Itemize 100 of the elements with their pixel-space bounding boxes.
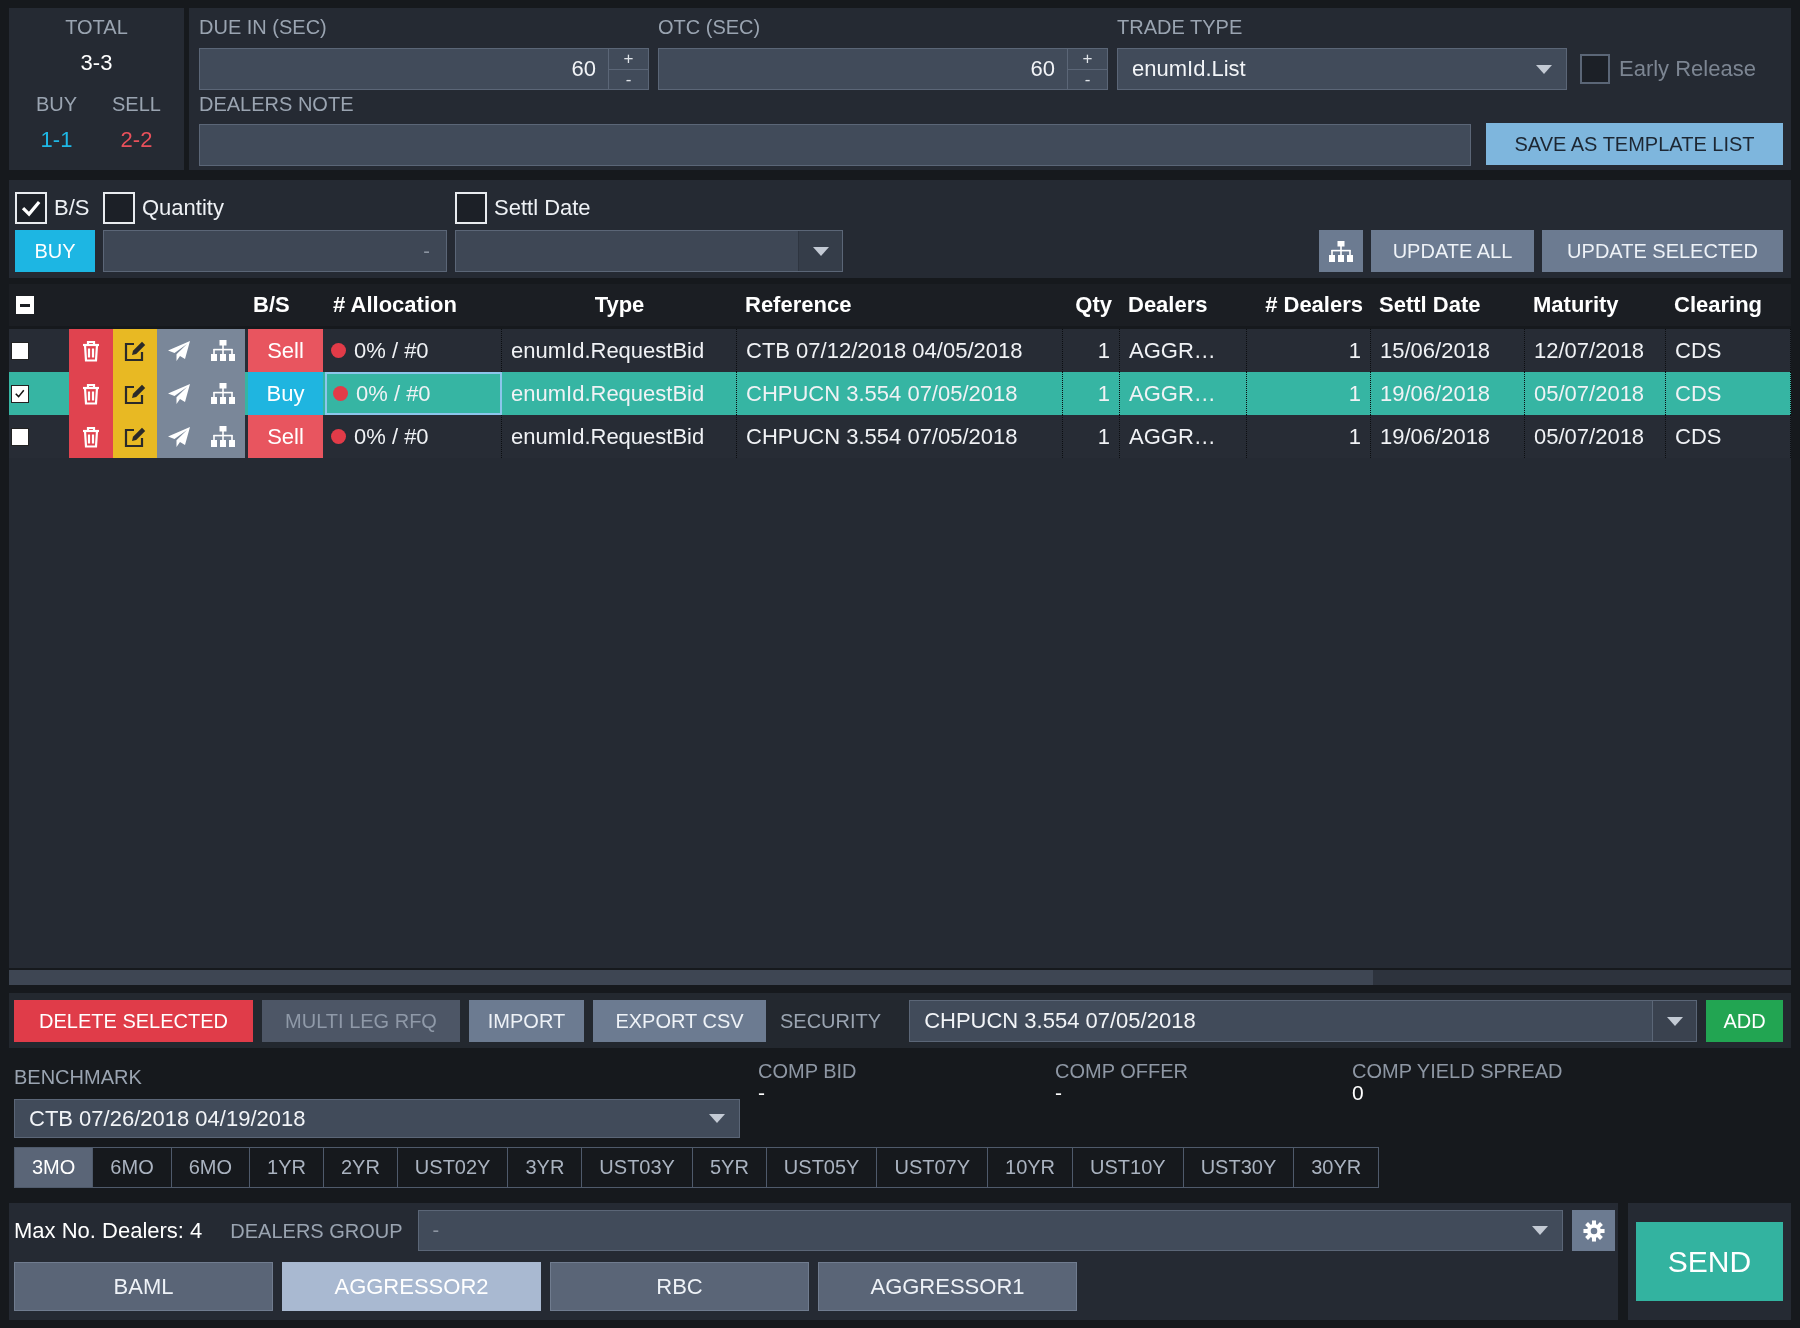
checkbox-label: Quantity (142, 195, 224, 221)
dealers-note-field[interactable] (199, 124, 1471, 166)
trash-icon (82, 382, 100, 405)
toolbar-button[interactable]: DELETE SELECTED (14, 1000, 253, 1042)
column-header[interactable]: Reference (737, 292, 1063, 318)
security-dropdown[interactable]: CHPUCN 3.554 07/05/2018 (909, 1000, 1697, 1042)
update-selected-button[interactable]: UPDATE SELECTED (1542, 230, 1783, 272)
gear-icon (1582, 1219, 1605, 1242)
comp-value: 0 (1352, 1083, 1364, 1103)
tenor-button[interactable]: 6MO (92, 1147, 172, 1188)
decrement-button[interactable]: - (609, 68, 648, 89)
sitemap-icon (211, 340, 235, 361)
number-input[interactable]: 60 + - (199, 48, 649, 90)
increment-button[interactable]: + (609, 49, 648, 69)
column-header[interactable]: Settl Date (1371, 292, 1525, 318)
edit-icon (123, 382, 147, 405)
side-toggle-button[interactable]: Sell (248, 415, 323, 458)
caret-down-icon (1532, 1226, 1548, 1235)
column-header[interactable]: # Dealers (1247, 292, 1371, 318)
buy-label: BUY (35, 92, 78, 116)
edit-icon (123, 425, 147, 448)
column-header[interactable]: Maturity (1525, 292, 1666, 318)
checkbox-label: Settl Date (494, 195, 591, 221)
settings-button[interactable] (1572, 1210, 1615, 1251)
tenor-button[interactable]: UST02Y (396, 1147, 509, 1188)
tenor-button[interactable]: UST30Y (1182, 1147, 1295, 1188)
total-count: 3-3 (80, 50, 113, 76)
tenor-button[interactable]: UST05Y (765, 1147, 878, 1188)
delete-button[interactable] (69, 329, 113, 372)
tenor-button[interactable]: 30YR (1293, 1147, 1380, 1188)
table-row[interactable]: Sell 0% / #0 enumId.RequestBid CTB 07/12/2018 04/05/2018 1 AGGR… 1 15/06/2018 12/07/2018 CDS (9, 329, 1791, 372)
delete-button[interactable] (69, 415, 113, 458)
side-toggle-button[interactable]: Sell (248, 329, 323, 372)
comp-label: COMP OFFER (1055, 1059, 1188, 1083)
toolbar-button[interactable]: IMPORT (469, 1000, 584, 1042)
column-header[interactable]: B/S (245, 292, 325, 318)
dealer-button[interactable]: AGGRESSOR1 (818, 1262, 1077, 1311)
row-checkbox[interactable] (11, 341, 29, 360)
tenor-button[interactable]: 6MO (170, 1147, 251, 1188)
max-dealers-text: Max No. Dealers: 4 (14, 1217, 203, 1244)
tenor-button[interactable]: UST10Y (1072, 1147, 1184, 1188)
tenor-button[interactable]: 1YR (249, 1147, 324, 1188)
edit-button[interactable] (113, 329, 157, 372)
comp-label: COMP YIELD SPREAD (1352, 1059, 1563, 1083)
total-label: TOTAL (65, 15, 128, 39)
increment-button[interactable]: + (1068, 49, 1107, 69)
table-cell: 1 (1247, 415, 1371, 458)
table-cell: enumId.RequestBid (502, 415, 737, 458)
checkbox-label: B/S (54, 195, 90, 221)
edit-button[interactable] (113, 415, 157, 458)
tenor-button[interactable]: 3YR (507, 1147, 583, 1188)
allocation-text: 0% / #0 (354, 423, 429, 450)
dealers-group-label: DEALERS GROUP (230, 1218, 403, 1243)
column-header[interactable]: # Allocation (325, 292, 502, 318)
hierarchy-button[interactable] (1319, 230, 1363, 272)
decrement-button[interactable]: - (1068, 68, 1107, 89)
edit-icon (123, 339, 147, 362)
trash-icon (82, 339, 100, 362)
tenor-button[interactable]: 3MO (14, 1147, 94, 1188)
sell-count: 2-2 (120, 127, 153, 153)
table-cell: CDS (1666, 415, 1791, 458)
trash-icon (82, 425, 100, 448)
dealer-button[interactable]: BAML (14, 1262, 273, 1311)
tenor-button[interactable]: UST07Y (876, 1147, 989, 1188)
select-all-checkbox[interactable] (16, 296, 34, 314)
tenor-button[interactable]: 5YR (691, 1147, 767, 1188)
checkmark-icon (14, 387, 26, 400)
checkbox-label: Early Release (1619, 56, 1756, 82)
sitemap-icon (211, 383, 235, 404)
row-checkbox[interactable] (11, 384, 29, 403)
buy-count: 1-1 (40, 127, 73, 153)
column-header[interactable]: Type (502, 292, 737, 318)
column-header[interactable]: Clearing (1666, 292, 1791, 318)
field-label: DEALERS NOTE (199, 92, 355, 116)
table-cell: CHPUCN 3.554 07/05/2018 (737, 415, 1063, 458)
paper-plane-icon (167, 339, 191, 362)
tenor-button[interactable]: UST03Y (581, 1147, 693, 1188)
dealer-button[interactable]: RBC (550, 1262, 809, 1311)
column-header[interactable]: Qty (1063, 292, 1120, 318)
table-row[interactable]: Sell 0% / #0 enumId.RequestBid CHPUCN 3.554 07/05/2018 1 AGGR… 1 19/06/2018 05/07/2018 CDS (9, 415, 1791, 458)
save-template-button[interactable]: SAVE AS TEMPLATE LIST (1486, 123, 1783, 165)
update-all-button[interactable]: UPDATE ALL (1371, 230, 1534, 272)
number-input[interactable]: 60 + - (658, 48, 1108, 90)
table-cell: 19/06/2018 (1371, 415, 1525, 458)
toolbar-button[interactable]: EXPORT CSV (593, 1000, 766, 1042)
field-label: TRADE TYPE (1117, 15, 1244, 39)
benchmark-dropdown[interactable]: CTB 07/26/2018 04/19/2018 (14, 1099, 740, 1138)
caret-down-icon (709, 1114, 725, 1123)
scrollbar-thumb[interactable] (9, 970, 1373, 985)
row-checkbox[interactable] (11, 427, 29, 446)
field-label: OTC (SEC) (658, 15, 762, 39)
security-label: SECURITY (780, 1009, 882, 1034)
paper-plane-icon (167, 382, 191, 405)
trade-type-dropdown[interactable]: enumId.List (1117, 48, 1567, 90)
table-cell: 05/07/2018 (1525, 415, 1666, 458)
tenor-button[interactable]: 10YR (987, 1147, 1074, 1188)
tenor-button[interactable]: 2YR (322, 1147, 398, 1188)
comp-value: - (1055, 1083, 1062, 1103)
column-header[interactable]: Dealers (1120, 292, 1247, 318)
sitemap-icon (1329, 240, 1353, 262)
